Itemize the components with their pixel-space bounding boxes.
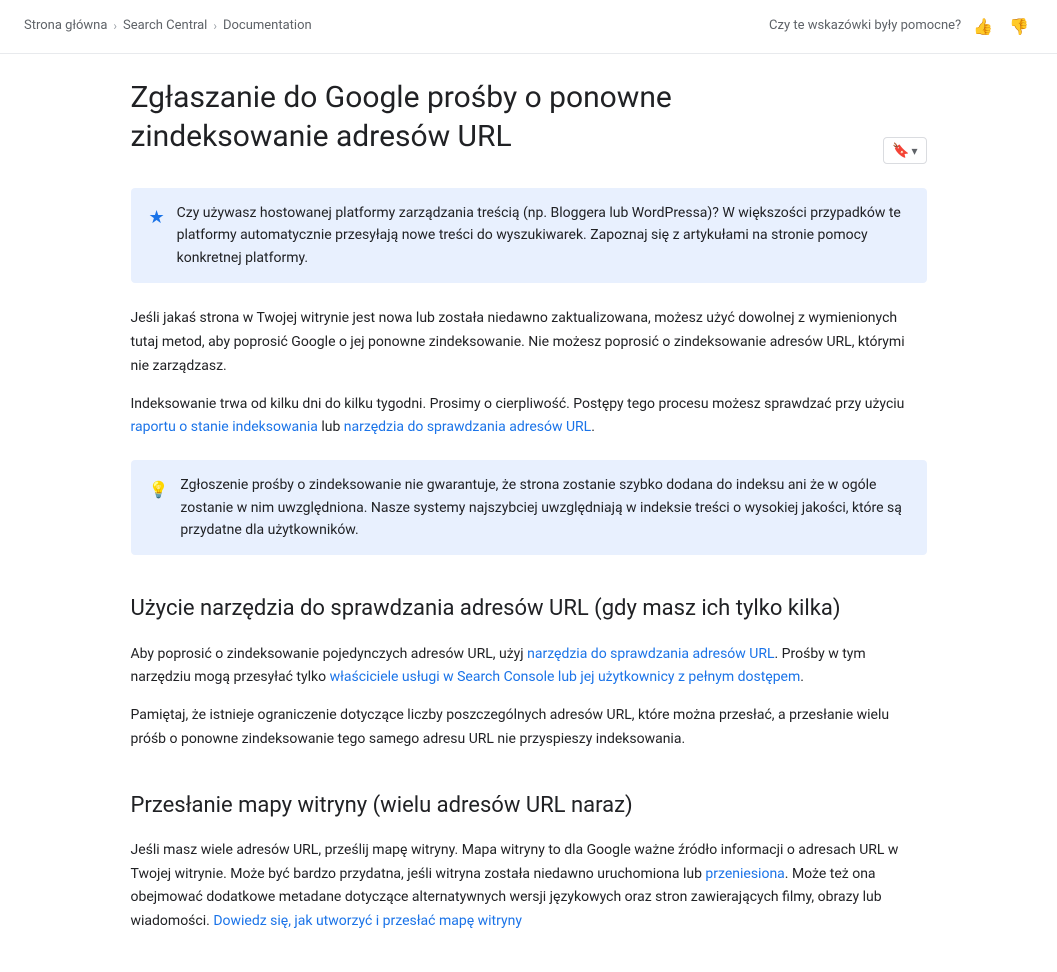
main-content: Zgłaszanie do Google prośby o ponowne zi… [99, 54, 959, 972]
note-box: Zgłoszenie prośby o zindeksowanie nie gw… [131, 460, 927, 555]
top-bar: Strona główna › Search Central › Documen… [0, 0, 1057, 54]
thumbs-down-button[interactable] [1005, 12, 1033, 41]
moved-link[interactable]: przeniesiona [705, 866, 784, 882]
section-2-paragraph-1: Jeśli masz wiele adresów URL, prześlij m… [131, 839, 927, 934]
section-1-paragraph-1: Aby poprosić o zindeksowanie pojedynczyc… [131, 643, 927, 691]
body-paragraph-2: Indeksowanie trwa od kilku dni do kilku … [131, 393, 927, 441]
thumbs-up-icon [973, 16, 993, 37]
bookmark-icon [892, 142, 909, 159]
feedback-area: Czy te wskazówki były pomocne? [769, 12, 1033, 41]
note-box-text: Zgłoszenie prośby o zindeksowanie nie gw… [180, 474, 908, 541]
star-icon [149, 204, 165, 233]
page-title: Zgłaszanie do Google prośby o ponowne zi… [131, 78, 874, 156]
section-2-title: Przesłanie mapy witryny (wielu adresów U… [131, 788, 927, 823]
search-console-owners-link[interactable]: właściciele usługi w Search Console lub … [330, 669, 801, 685]
feedback-question: Czy te wskazówki były pomocne? [769, 16, 961, 37]
bulb-icon [149, 476, 169, 505]
info-box: Czy używasz hostowanej platformy zarządz… [131, 188, 927, 283]
breadcrumb-search-central[interactable]: Search Central [123, 16, 207, 37]
chevron-down-icon [911, 143, 917, 158]
indexing-report-link[interactable]: raportu o stanie indeksowania [131, 419, 318, 435]
breadcrumb-sep-1: › [113, 17, 117, 36]
body-paragraph-1: Jeśli jakaś strona w Twojej witrynie jes… [131, 307, 927, 378]
breadcrumb-home[interactable]: Strona główna [24, 16, 107, 37]
section-1-paragraph-2: Pamiętaj, że istnieje ograniczenie dotyc… [131, 704, 927, 752]
breadcrumb: Strona główna › Search Central › Documen… [24, 16, 312, 37]
breadcrumb-sep-2: › [213, 17, 217, 36]
breadcrumb-documentation[interactable]: Documentation [223, 16, 312, 37]
thumbs-up-button[interactable] [969, 12, 997, 41]
title-row: Zgłaszanie do Google prośby o ponowne zi… [131, 78, 927, 168]
thumbs-down-icon [1009, 16, 1029, 37]
url-inspection-link-1[interactable]: narzędzia do sprawdzania adresów URL [344, 419, 591, 435]
url-inspection-tool-link[interactable]: narzędzia do sprawdzania adresów URL [527, 646, 774, 662]
bookmark-button[interactable] [883, 137, 926, 164]
info-box-text: Czy używasz hostowanej platformy zarządz… [177, 202, 909, 269]
create-sitemap-link[interactable]: Dowiedz się, jak utworzyć i przesłać map… [213, 913, 522, 929]
section-1-title: Użycie narzędzia do sprawdzania adresów … [131, 591, 927, 626]
